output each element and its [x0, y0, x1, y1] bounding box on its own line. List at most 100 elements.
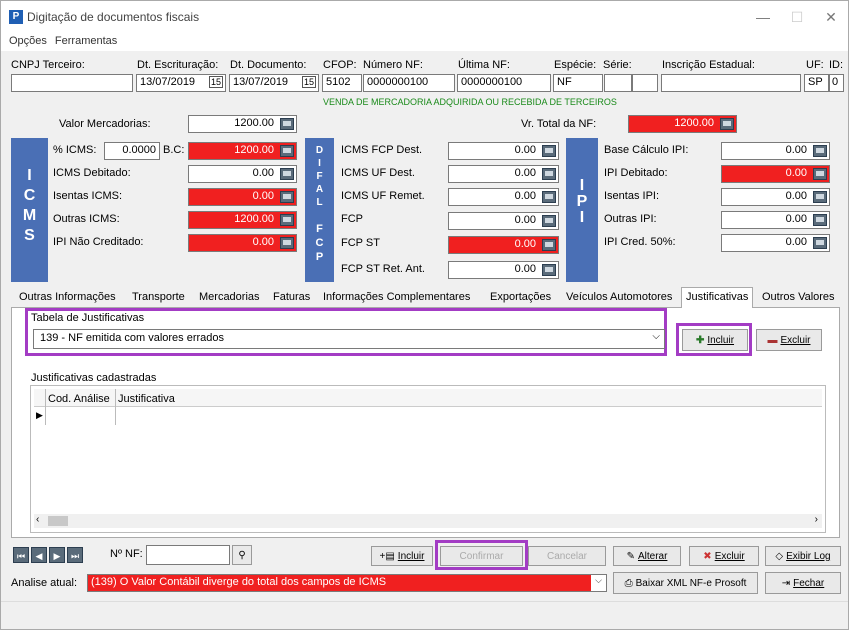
- calculator-icon[interactable]: [280, 145, 294, 157]
- justificativa-select[interactable]: 139 - NF emitida com valores errados ⌵: [33, 329, 665, 349]
- tab-veiculos-automotores[interactable]: Veículos Automotores: [566, 291, 672, 303]
- analise-select[interactable]: (139) O Valor Contábil diverge do total …: [87, 574, 607, 592]
- tab-outras-informacoes[interactable]: Outras Informações: [19, 291, 116, 303]
- last-record-icon[interactable]: ⏭: [67, 547, 83, 563]
- tab-exportacoes[interactable]: Exportações: [490, 291, 551, 303]
- chevron-down-icon[interactable]: ⌵: [652, 331, 660, 342]
- baixar-xml-button[interactable]: ⎙ Baixar XML NF-e Prosoft: [613, 572, 758, 594]
- icms-bc-input[interactable]: 1200.00: [188, 142, 297, 160]
- cfop-input[interactable]: 5102: [322, 74, 362, 92]
- menu-opcoes[interactable]: Opções: [9, 35, 47, 47]
- calculator-icon[interactable]: [813, 168, 827, 180]
- scroll-right-icon[interactable]: ›: [815, 514, 818, 525]
- base-ipi-input[interactable]: 0.00: [721, 142, 830, 160]
- confirmar-button[interactable]: Confirmar: [440, 546, 523, 566]
- calculator-icon[interactable]: [280, 168, 294, 180]
- isentas-icms-input[interactable]: 0.00: [188, 188, 297, 206]
- calculator-icon[interactable]: [542, 239, 556, 251]
- chevron-down-icon[interactable]: ⌵: [591, 575, 606, 591]
- tab-faturas[interactable]: Faturas: [273, 291, 310, 303]
- calendar-icon[interactable]: 15: [208, 76, 223, 88]
- calculator-icon[interactable]: [813, 145, 827, 157]
- icms-perc-input[interactable]: 0.0000: [104, 142, 160, 160]
- ipi-nao-creditado-input[interactable]: 0.00: [188, 234, 297, 252]
- fechar-button[interactable]: ⇥ Fechar: [765, 572, 841, 594]
- fechar-label: Fechar: [793, 577, 825, 589]
- ipi-cred-input[interactable]: 0.00: [721, 234, 830, 252]
- valor-mercadorias-input[interactable]: 1200.00: [188, 115, 297, 133]
- vr-total-input[interactable]: 1200.00: [628, 115, 737, 133]
- first-record-icon[interactable]: ⏮: [13, 547, 29, 563]
- dt-escrituracao-value: 13/07/2019: [140, 76, 196, 88]
- tab-informacoes-complementares[interactable]: Informações Complementares: [323, 291, 470, 303]
- fcp-st-ret-input[interactable]: 0.00: [448, 261, 559, 279]
- calculator-icon[interactable]: [542, 168, 556, 180]
- cnpj-input[interactable]: [11, 74, 133, 92]
- fcp-dest-input[interactable]: 0.00: [448, 142, 559, 160]
- ipi-debitado-value: 0.00: [785, 167, 807, 179]
- isentas-ipi-label: Isentas IPI:: [604, 190, 660, 202]
- icms-debitado-input[interactable]: 0.00: [188, 165, 297, 183]
- maximize-icon[interactable]: ☐: [787, 9, 807, 26]
- horizontal-scrollbar[interactable]: ‹ ›: [34, 514, 822, 528]
- tab-mercadorias[interactable]: Mercadorias: [199, 291, 260, 303]
- isentas-ipi-input[interactable]: 0.00: [721, 188, 830, 206]
- uf-remet-input[interactable]: 0.00: [448, 188, 559, 206]
- cancelar-button[interactable]: Cancelar: [528, 546, 606, 566]
- outras-icms-label: Outras ICMS:: [53, 213, 120, 225]
- tab-transporte[interactable]: Transporte: [132, 291, 185, 303]
- calculator-icon[interactable]: [813, 191, 827, 203]
- nf-search-input[interactable]: [146, 545, 230, 565]
- calculator-icon[interactable]: [280, 237, 294, 249]
- outras-ipi-input[interactable]: 0.00: [721, 211, 830, 229]
- dt-escrituracao-input[interactable]: 13/07/2019 15: [136, 74, 226, 92]
- scroll-thumb[interactable]: [48, 516, 68, 526]
- menu-ferramentas[interactable]: Ferramentas: [55, 35, 117, 47]
- calculator-icon[interactable]: [542, 191, 556, 203]
- calendar-icon[interactable]: 15: [301, 76, 316, 88]
- dt-documento-input[interactable]: 13/07/2019 15: [229, 74, 319, 92]
- serie-input-2[interactable]: [632, 74, 658, 92]
- especie-input[interactable]: NF: [553, 74, 603, 92]
- uf-dest-input[interactable]: 0.00: [448, 165, 559, 183]
- tab-justificativas[interactable]: Justificativas: [681, 287, 754, 308]
- id-input[interactable]: 0: [829, 74, 844, 92]
- prev-record-icon[interactable]: ◀: [31, 547, 47, 563]
- excluir-button[interactable]: ✖ Excluir: [689, 546, 759, 566]
- calculator-icon[interactable]: [813, 214, 827, 226]
- calculator-icon[interactable]: [280, 191, 294, 203]
- alterar-button[interactable]: ✎ Alterar: [613, 546, 681, 566]
- justificativas-grid[interactable]: Cod. Análise Justificativa ▶ ‹ ›: [30, 385, 826, 533]
- incluir-button[interactable]: +▤ Incluir: [371, 546, 433, 566]
- uf-input[interactable]: SP: [804, 74, 829, 92]
- calculator-icon[interactable]: [280, 118, 294, 130]
- calculator-icon[interactable]: [542, 215, 556, 227]
- calculator-icon[interactable]: [542, 145, 556, 157]
- calculator-icon[interactable]: [542, 264, 556, 276]
- incluir-label: Incluir: [707, 334, 735, 346]
- close-icon[interactable]: ✕: [821, 9, 841, 26]
- fcp-st-input[interactable]: 0.00: [448, 236, 559, 254]
- minimize-icon[interactable]: —: [753, 9, 773, 25]
- cfop-description: VENDA DE MERCADORIA ADQUIRIDA OU RECEBID…: [323, 97, 617, 107]
- outras-icms-input[interactable]: 1200.00: [188, 211, 297, 229]
- excluir-justificativa-button[interactable]: ▬ Excluir: [756, 329, 822, 351]
- ipi-debitado-input[interactable]: 0.00: [721, 165, 830, 183]
- tab-outros-valores[interactable]: Outros Valores: [762, 291, 835, 303]
- calculator-icon[interactable]: [813, 237, 827, 249]
- band-letter: I: [579, 177, 585, 194]
- scroll-left-icon[interactable]: ‹: [36, 514, 39, 525]
- incluir-justificativa-button[interactable]: ✚ Incluir: [682, 329, 748, 351]
- col-cod-analise[interactable]: Cod. Análise: [48, 393, 110, 405]
- ultima-nf-input[interactable]: 0000000100: [457, 74, 551, 92]
- inscricao-input[interactable]: [661, 74, 801, 92]
- serie-input-1[interactable]: [604, 74, 632, 92]
- numero-nf-input[interactable]: 0000000100: [363, 74, 455, 92]
- next-record-icon[interactable]: ▶: [49, 547, 65, 563]
- fcp-input[interactable]: 0.00: [448, 212, 559, 230]
- search-icon[interactable]: ⚲: [232, 545, 252, 565]
- calculator-icon[interactable]: [720, 118, 734, 130]
- calculator-icon[interactable]: [280, 214, 294, 226]
- col-justificativa[interactable]: Justificativa: [118, 393, 175, 405]
- exibir-log-button[interactable]: ◇ Exibir Log: [765, 546, 841, 566]
